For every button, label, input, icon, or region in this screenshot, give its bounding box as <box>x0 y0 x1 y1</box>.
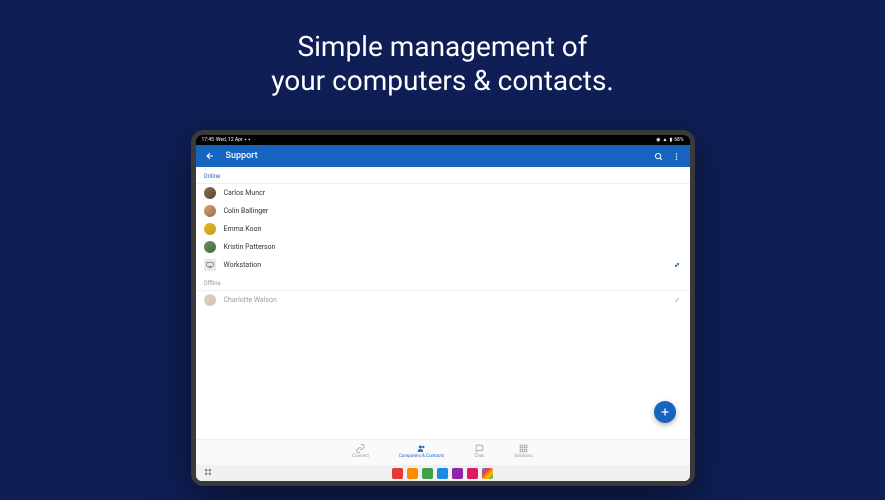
tablet-frame: 17:45 Wed, 12 Apr ▪ ▪ ◉ ▲ ▮ 68% Support <box>191 130 695 486</box>
nav-computers-contacts[interactable]: Computers & Contacts <box>399 443 444 465</box>
status-time: 17:45 <box>202 137 214 143</box>
people-icon <box>416 443 426 453</box>
connect-icon[interactable] <box>672 295 682 305</box>
list-item[interactable]: Carlos Muncr <box>196 184 690 202</box>
app-header: Support <box>196 145 690 167</box>
android-system-bar <box>196 465 690 481</box>
dock-app-icon[interactable] <box>407 468 418 479</box>
computer-icon <box>204 259 216 271</box>
marketing-headline: Simple management of your computers & co… <box>0 30 885 97</box>
item-name: Colin Ballinger <box>224 207 682 215</box>
dock-app-icon[interactable] <box>452 468 463 479</box>
list-item[interactable]: Colin Ballinger <box>196 202 690 220</box>
signal-icon: ▲ <box>662 137 667 143</box>
dock-app-icon[interactable] <box>467 468 478 479</box>
list-item[interactable]: Workstation <box>196 256 690 274</box>
content-area: Online Carlos Muncr Colin Ballinger Emma… <box>196 167 690 439</box>
recents-button[interactable] <box>204 468 224 478</box>
back-button[interactable] <box>204 150 216 162</box>
avatar <box>204 205 216 217</box>
add-button[interactable] <box>654 401 676 423</box>
item-name: Charlotte Walson <box>224 296 672 304</box>
more-menu-button[interactable] <box>672 151 682 161</box>
nav-label: Solutions <box>514 454 533 459</box>
nav-connect[interactable]: Connect <box>352 443 369 465</box>
avatar <box>204 187 216 199</box>
page-title: Support <box>226 151 654 161</box>
dock-app-icon[interactable] <box>482 468 493 479</box>
item-name: Emma Koon <box>224 225 682 233</box>
tablet-screen: 17:45 Wed, 12 Apr ▪ ▪ ◉ ▲ ▮ 68% Support <box>196 135 690 481</box>
status-date: Wed, 12 Apr <box>216 137 243 143</box>
avatar <box>204 294 216 306</box>
list-item[interactable]: Charlotte Walson <box>196 291 690 309</box>
wifi-icon: ◉ <box>656 137 660 143</box>
apps-icon <box>518 443 528 453</box>
nav-solutions[interactable]: Solutions <box>514 443 533 465</box>
nav-label: Chat <box>474 454 483 459</box>
search-button[interactable] <box>654 151 664 161</box>
bottom-nav: Connect Computers & Contacts Chat Soluti… <box>196 439 690 465</box>
battery-percent: 68% <box>674 137 683 143</box>
battery-icon: ▮ <box>669 137 672 143</box>
item-name: Workstation <box>224 261 672 269</box>
avatar <box>204 223 216 235</box>
dock-app-icon[interactable] <box>437 468 448 479</box>
dock-app-icon[interactable] <box>392 468 403 479</box>
section-offline: Offline <box>196 274 690 291</box>
list-item[interactable]: Kristin Patterson <box>196 238 690 256</box>
android-status-bar: 17:45 Wed, 12 Apr ▪ ▪ ◉ ▲ ▮ 68% <box>196 135 690 145</box>
section-online: Online <box>196 167 690 184</box>
nav-chat[interactable]: Chat <box>474 443 484 465</box>
notification-icon: ▪ <box>245 137 247 143</box>
link-icon <box>355 443 365 453</box>
dock-app-icon[interactable] <box>422 468 433 479</box>
avatar <box>204 241 216 253</box>
nav-label: Computers & Contacts <box>399 454 444 459</box>
chat-icon <box>474 443 484 453</box>
connect-icon[interactable] <box>672 260 682 270</box>
item-name: Carlos Muncr <box>224 189 682 197</box>
item-name: Kristin Patterson <box>224 243 682 251</box>
notification-icon: ▪ <box>248 137 250 143</box>
list-item[interactable]: Emma Koon <box>196 220 690 238</box>
nav-label: Connect <box>352 454 369 459</box>
